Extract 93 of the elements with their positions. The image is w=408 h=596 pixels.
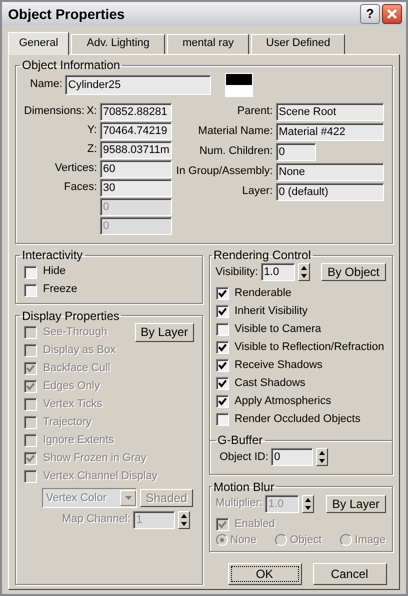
- checkbox[interactable]: [216, 376, 228, 390]
- field-label: Num. Children:: [198, 144, 273, 158]
- checkbox-label: Backface Cull: [43, 362, 110, 376]
- checkbox-label: Display as Box: [43, 344, 116, 358]
- field-label: Vertices:: [54, 162, 97, 176]
- spinner-control[interactable]: [178, 511, 190, 529]
- tab[interactable]: Adv. Lighting: [71, 34, 166, 54]
- checkbox-label: Renderable: [234, 286, 292, 300]
- checkbox[interactable]: [216, 358, 228, 372]
- help-button[interactable]: ?: [360, 4, 380, 24]
- checkbox-label: Visible to Reflection/Refraction: [234, 340, 384, 354]
- up-down-arrows-icon: [298, 264, 309, 280]
- checkbox-label: Apply Atmospherics: [234, 394, 332, 408]
- field-label: Faces:: [62, 180, 97, 194]
- checkbox-label: Trajectory: [43, 416, 92, 430]
- checkbox[interactable]: [216, 394, 228, 408]
- checkbox-label: Freeze: [43, 283, 78, 297]
- checkbox-label: Vertex Channel Display: [43, 470, 158, 484]
- field-label: Name:: [30, 78, 62, 92]
- checkbox[interactable]: [216, 412, 228, 426]
- cancel-button[interactable]: Cancel: [312, 563, 386, 585]
- close-icon: [387, 9, 397, 19]
- text-field[interactable]: 0: [276, 142, 316, 160]
- checkbox-label: Ignore Extents: [43, 434, 114, 448]
- caret-icon: [124, 496, 132, 500]
- checkbox-label: Inherit Visibility: [234, 304, 308, 318]
- field-label: Parent:: [236, 104, 273, 118]
- group-title: Display Properties: [21, 310, 120, 322]
- field-label: Y:: [86, 124, 97, 138]
- field-label: Material Name:: [197, 124, 273, 138]
- group-title: G-Buffer: [216, 434, 264, 446]
- checkbox[interactable]: [24, 266, 37, 278]
- radio-label: Image: [354, 534, 386, 547]
- spinner-control[interactable]: [316, 448, 328, 466]
- checkbox[interactable]: [216, 340, 228, 354]
- field-label: Object ID:: [220, 450, 268, 464]
- by-layer-button[interactable]: By Layer: [134, 323, 194, 342]
- text-field[interactable]: 70852.88281: [100, 102, 172, 120]
- field-label: In Group/Assembly:: [175, 164, 273, 178]
- checkbox-label: Enabled: [234, 518, 275, 532]
- radio-label: Object: [290, 534, 322, 547]
- window-title: Object Properties: [8, 6, 126, 22]
- checkbox-label: Edges Only: [43, 380, 100, 394]
- text-field[interactable]: 30: [100, 178, 172, 196]
- field-label: Layer:: [241, 184, 273, 198]
- field-label: Multiplier:: [216, 497, 263, 510]
- text-field[interactable]: Scene Root: [276, 102, 384, 120]
- text-field[interactable]: Cylinder25: [65, 75, 212, 95]
- up-down-arrows-icon: [316, 449, 327, 466]
- group-title: Object Information: [21, 59, 122, 71]
- checkbox-label: Render Occluded Objects: [234, 412, 360, 426]
- group-title: Rendering Control: [212, 249, 312, 261]
- text-field[interactable]: 0 (default): [276, 182, 384, 200]
- check-icon: [26, 454, 35, 463]
- checkbox-label: Hide: [43, 265, 66, 279]
- tab[interactable]: General: [8, 32, 70, 55]
- ok-button[interactable]: OK: [228, 563, 302, 585]
- spinner-control[interactable]: [298, 263, 310, 282]
- group-title: Motion Blur: [212, 480, 276, 493]
- color-swatch[interactable]: [224, 73, 253, 97]
- text-field[interactable]: 70464.74219: [100, 122, 172, 140]
- checkbox-label: Receive Shadows: [234, 358, 323, 372]
- field-label: Map Channel:: [62, 513, 130, 527]
- checkbox-label: Cast Shadows: [234, 376, 306, 390]
- text-field[interactable]: None: [276, 162, 384, 180]
- field-label: Z:: [86, 142, 97, 156]
- checkbox-label: Vertex Ticks: [43, 398, 102, 412]
- close-button[interactable]: [382, 4, 402, 24]
- tab[interactable]: User Defined: [251, 34, 346, 54]
- text-field[interactable]: 60: [100, 160, 172, 178]
- check-icon: [218, 520, 226, 530]
- spinner-control[interactable]: [302, 494, 314, 513]
- field-label: X:: [86, 104, 97, 118]
- dropdown-value: Vertex Color: [46, 492, 108, 505]
- text-field[interactable]: 1.0: [260, 263, 295, 282]
- checkbox-label: See-Through: [43, 326, 108, 340]
- tab[interactable]: mental ray: [167, 34, 250, 54]
- checkbox[interactable]: [24, 284, 37, 296]
- checkbox[interactable]: [216, 286, 228, 300]
- by-object-button[interactable]: By Object: [321, 263, 386, 282]
- checkbox-label: Show Frozen in Gray: [43, 452, 146, 466]
- radio-label: None: [230, 534, 257, 547]
- up-down-arrows-icon: [303, 496, 314, 512]
- checkbox-label: Visible to Camera: [234, 322, 322, 336]
- text-field[interactable]: 9588.03711m: [100, 140, 172, 158]
- up-down-arrows-icon: [179, 512, 189, 528]
- checkbox[interactable]: [216, 304, 228, 318]
- group-title: Interactivity: [21, 249, 84, 261]
- text-field[interactable]: 0: [271, 448, 314, 466]
- text-field[interactable]: Material #422: [276, 122, 384, 140]
- field-label: Visibility:: [216, 266, 258, 279]
- checkbox[interactable]: [216, 322, 228, 336]
- by-layer-button[interactable]: By Layer: [326, 494, 386, 514]
